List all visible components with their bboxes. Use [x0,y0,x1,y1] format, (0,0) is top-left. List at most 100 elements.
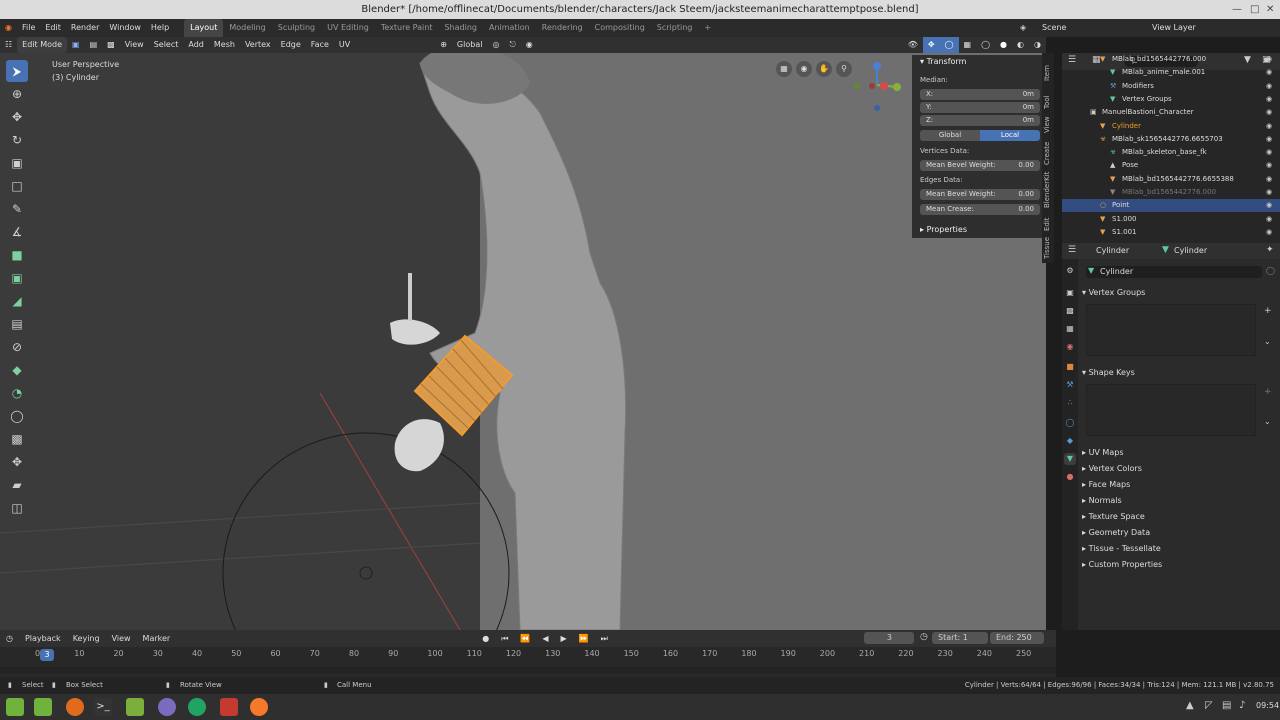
viewport-menu-vertex[interactable]: Vertex [240,37,276,53]
snap-icon[interactable]: ⎋ [504,37,520,53]
particles-props-icon[interactable]: ∴ [1064,397,1076,409]
sidebar-tab-item[interactable]: Item [1043,65,1051,81]
section-uv-maps[interactable]: ▸ UV Maps [1082,448,1278,457]
select-mode-face-icon[interactable]: ▩ [102,37,120,53]
menu-window[interactable]: Window [104,19,146,37]
move-tool-icon[interactable]: ✥ [6,106,28,128]
media-icon[interactable] [220,698,238,716]
play-icon[interactable]: ▶ [555,630,573,647]
axis-gizmo[interactable] [850,58,910,118]
editor-type-icon[interactable]: ☷ [0,37,17,53]
outliner-row[interactable]: ▼ MBlab_bd1565442776.000 ◉ [1062,53,1280,66]
transform-panel-title[interactable]: ▾ Transform [920,57,966,66]
add-workspace-icon[interactable]: + [698,19,717,37]
workspace-tab-rendering[interactable]: Rendering [536,19,589,37]
timeline-menu-playback[interactable]: Playback [19,630,67,647]
outliner-row[interactable]: ▣ ManuelBastioni_Character ◉ [1062,106,1280,119]
constraints-props-icon[interactable]: ◆ [1064,435,1076,447]
pin-icon[interactable]: ✦ [1266,245,1274,255]
section-face-maps[interactable]: ▸ Face Maps [1082,480,1278,489]
sidebar-tab-edit[interactable]: Edit [1043,217,1051,231]
menu-edit[interactable]: Edit [40,19,66,37]
modifier-props-icon[interactable]: ⚒ [1064,379,1076,391]
section-vertex-groups[interactable]: ▾ Vertex Groups [1082,288,1278,297]
prev-keyframe-icon[interactable]: ⏪ [514,630,536,647]
maximize-icon[interactable]: □ [1250,0,1259,19]
tool-props-icon[interactable]: ⚙ [1064,265,1076,277]
transform-tool-icon[interactable]: □ [6,175,28,197]
visibility-eye-icon[interactable]: ◉ [1266,199,1272,212]
select-mode-vertex-icon[interactable]: ▣ [67,37,85,53]
shrink-fatten-tool-icon[interactable]: ✥ [6,451,28,473]
workspace-tab-animation[interactable]: Animation [483,19,536,37]
playhead[interactable]: 3 [40,649,54,661]
visibility-eye-icon[interactable]: ◉ [1266,186,1272,199]
smooth-tool-icon[interactable]: ◯ [6,405,28,427]
visibility-eye-icon[interactable]: ◉ [1266,80,1272,93]
bevel-tool-icon[interactable]: ◢ [6,290,28,312]
knife-tool-icon[interactable]: ⊘ [6,336,28,358]
files-icon[interactable] [126,698,144,716]
viewport-menu-add[interactable]: Add [183,37,209,53]
timeline-scrollbar[interactable] [0,667,1056,673]
mint-menu-icon[interactable] [6,698,24,716]
section-tissue-tessellate[interactable]: ▸ Tissue - Tessellate [1082,544,1278,553]
workspace-tab-shading[interactable]: Shading [438,19,483,37]
annotate-tool-icon[interactable]: ✎ [6,198,28,220]
3d-viewport[interactable]: User Perspective (3) Cylinder ⮞ ⊕ ✥ ↻ ▣ … [0,53,1046,630]
outliner-row[interactable]: ▼ Cylinder ◉ [1062,120,1280,133]
scene-selector[interactable]: Scene [1042,19,1066,37]
terminal-icon[interactable]: >_ [94,698,112,716]
median-y-field[interactable]: Y: 0m [920,102,1040,113]
visibility-eye-icon[interactable]: ◉ [1266,53,1272,66]
outliner-row[interactable]: ▼ MBlab_anime_male.001 ◉ [1062,66,1280,79]
outliner-row[interactable]: ▼ S1.000 ◉ [1062,213,1280,226]
mode-selector[interactable]: Edit Mode [17,37,68,53]
global-toggle-button[interactable]: Global [920,130,980,141]
menu-help[interactable]: Help [146,19,174,37]
timeline-menu-view[interactable]: View [106,630,137,647]
volume-icon[interactable]: ♪ [1239,700,1245,711]
workspace-tab-uv-editing[interactable]: UV Editing [321,19,375,37]
shading-wireframe-icon[interactable]: ◯ [976,37,995,53]
viewport-menu-uv[interactable]: UV [334,37,355,53]
timeline-menu-marker[interactable]: Marker [137,630,177,647]
outliner-row[interactable]: ○ Point ◉ [1062,199,1280,213]
inset-tool-icon[interactable]: ▣ [6,267,28,289]
mean-crease-field[interactable]: Mean Crease: 0.00 [920,204,1040,215]
vertex-groups-list[interactable] [1086,304,1256,356]
current-frame-field[interactable]: 3 [864,632,914,644]
loop-cut-tool-icon[interactable]: ▤ [6,313,28,335]
visibility-eye-icon[interactable]: ◉ [1266,120,1272,133]
xray-toggle-icon[interactable]: ▦ [959,37,977,53]
spin-tool-icon[interactable]: ◔ [6,382,28,404]
timeline-ruler[interactable]: 0 10 20 30 40 50 60 70 80 90 100 110 120 130 140 150 160… [0,647,1056,663]
rotate-tool-icon[interactable]: ↻ [6,129,28,151]
play-reverse-icon[interactable]: ◀ [536,630,554,647]
properties-editor-icon[interactable]: ☰ [1068,245,1076,255]
camera-view-icon[interactable]: ◉ [796,61,812,77]
median-z-field[interactable]: Z: 0m [920,115,1040,126]
shading-rendered-icon[interactable]: ◑ [1029,37,1046,53]
visibility-eye-icon[interactable]: ◉ [1266,173,1272,186]
sidebar-tab-blenderkit[interactable]: BlenderKit [1043,172,1051,208]
vertex-bevel-weight-field[interactable]: Mean Bevel Weight: 0.00 [920,160,1040,171]
vertex-group-menu-icon[interactable]: ⌄ [1264,337,1271,346]
object-props-icon[interactable]: ■ [1064,361,1076,373]
local-toggle-button[interactable]: Local [980,130,1040,141]
outliner-row[interactable]: ☣ MBlab_sk1565442776.6655703 ◉ [1062,133,1280,146]
viewport-menu-view[interactable]: View [120,37,149,53]
end-frame-field[interactable]: End: 250 [990,632,1044,644]
timeline-menu-keying[interactable]: Keying [67,630,106,647]
outliner-row[interactable]: ▼ S1.001 ◉ [1062,226,1280,239]
proportional-edit-icon[interactable]: ◉ [521,37,538,53]
sidebar-tab-create[interactable]: Create [1043,142,1051,165]
visibility-eye-icon[interactable]: ◉ [1266,133,1272,146]
workspace-tab-compositing[interactable]: Compositing [589,19,651,37]
viewport-menu-face[interactable]: Face [306,37,334,53]
viewport-menu-mesh[interactable]: Mesh [209,37,240,53]
pan-hand-icon[interactable]: ✋ [816,61,832,77]
shield-icon[interactable]: ◸ [1205,700,1213,711]
section-geometry-data[interactable]: ▸ Geometry Data [1082,528,1278,537]
show-desktop-icon[interactable] [34,698,52,716]
